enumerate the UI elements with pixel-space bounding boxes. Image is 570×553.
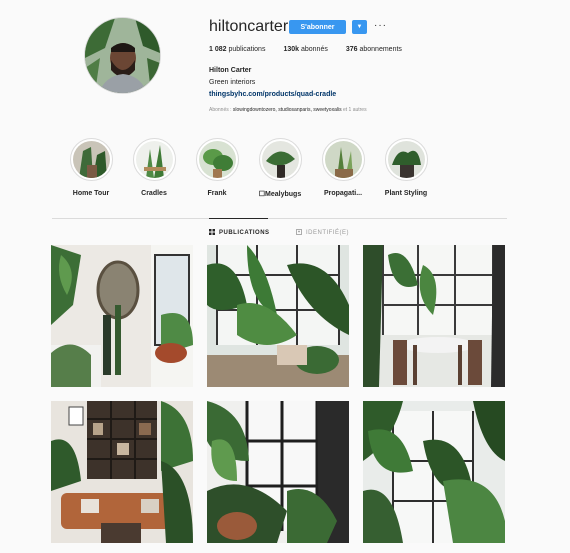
highlight-cover — [132, 138, 176, 181]
followers-count[interactable]: 130k abonnés — [283, 46, 327, 53]
tab-label: IDENTIFIÉ(E) — [306, 230, 349, 236]
following-count[interactable]: 376 abonnements — [346, 46, 402, 53]
highlight-home-tour[interactable]: Home Tour — [61, 138, 121, 197]
active-tab-indicator — [209, 218, 268, 219]
tag-icon — [296, 229, 302, 237]
followed-by-text[interactable]: Abonnés : slowingdowntozero, studiosanpa… — [209, 107, 367, 113]
post-thumbnail[interactable] — [207, 401, 349, 543]
highlight-frank[interactable]: Frank — [187, 138, 247, 197]
posts-count: 1 082 publications — [209, 46, 266, 53]
profile-username: hiltoncarter — [209, 18, 289, 35]
profile-stats: 1 082 publications 130k abonnés 376 abon… — [209, 46, 402, 53]
post-thumbnail[interactable] — [363, 401, 505, 543]
post-thumbnail[interactable] — [363, 245, 505, 387]
follow-button[interactable]: S'abonner — [289, 20, 346, 34]
highlight-label: ☐Mealybugs — [258, 191, 302, 198]
chevron-down-icon: ▼ — [356, 24, 363, 30]
more-options-button[interactable]: ··· — [374, 20, 387, 31]
highlight-cover — [69, 138, 113, 181]
highlight-cover — [258, 138, 302, 181]
highlight-propagation[interactable]: Propagati... — [313, 138, 373, 197]
highlight-label: Cradles — [141, 190, 167, 197]
highlight-label: Home Tour — [72, 190, 110, 197]
highlight-label: Frank — [207, 190, 227, 197]
tab-tagged[interactable]: IDENTIFIÉ(E) — [296, 229, 349, 237]
tab-label: PUBLICATIONS — [219, 230, 270, 236]
highlight-label: Plant Styling — [384, 190, 428, 197]
follow-options-button[interactable]: ▼ — [352, 20, 367, 34]
post-thumbnail[interactable] — [51, 401, 193, 543]
highlight-plant-styling[interactable]: Plant Styling — [376, 138, 436, 197]
profile-full-name: Hilton Carter — [209, 67, 252, 74]
profile-website-link[interactable]: thingsbyhc.com/products/quad-cradle — [209, 91, 336, 98]
highlight-cover — [195, 138, 239, 181]
highlight-mealybugs[interactable]: ☐Mealybugs — [250, 138, 310, 198]
highlight-cradles[interactable]: Cradles — [124, 138, 184, 197]
grid-icon — [209, 229, 215, 237]
tab-publications[interactable]: PUBLICATIONS — [209, 229, 270, 237]
highlight-cover — [321, 138, 365, 181]
highlight-label: Propagati... — [323, 190, 363, 197]
highlight-cover — [384, 138, 428, 181]
post-thumbnail[interactable] — [51, 245, 193, 387]
tabs-divider — [52, 218, 507, 219]
post-thumbnail[interactable] — [207, 245, 349, 387]
profile-avatar[interactable] — [84, 17, 161, 94]
profile-bio: Green interiors — [209, 79, 256, 86]
